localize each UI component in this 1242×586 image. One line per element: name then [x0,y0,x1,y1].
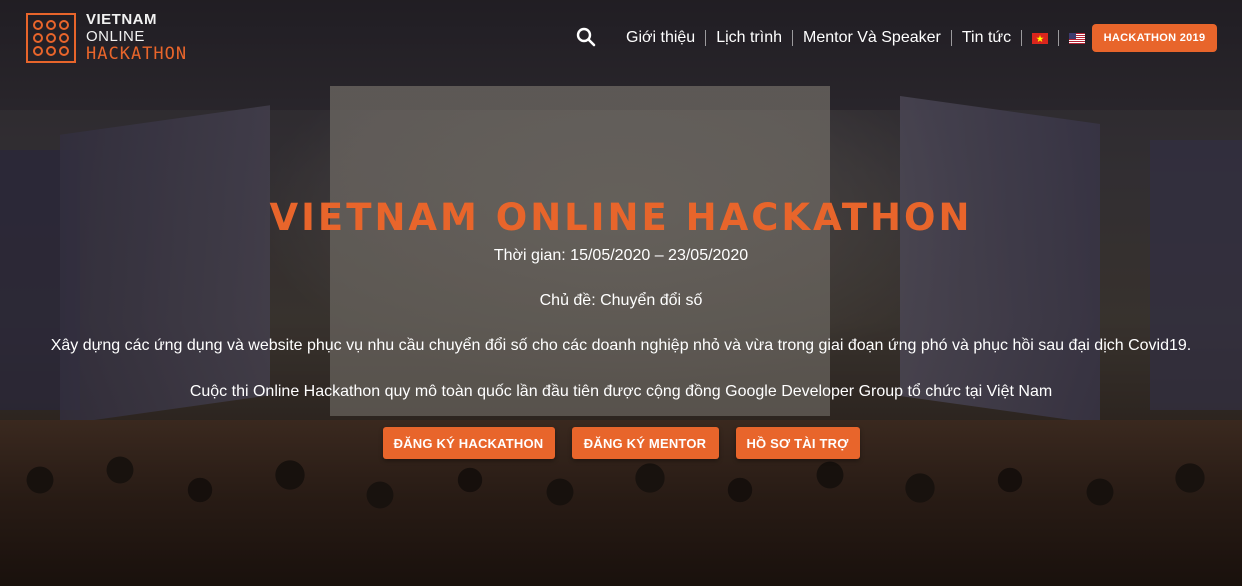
page: VIETNAM ONLINE HACKATHON Giới thiệu Lịch… [0,0,1242,586]
nav-item-tin-tuc[interactable]: Tin tức [952,30,1023,46]
hero-buttons: ĐĂNG KÝ HACKATHON ĐĂNG KÝ MENTOR HỒ SƠ T… [0,427,1242,459]
sponsor-profile-button[interactable]: HỒ SƠ TÀI TRỢ [735,427,860,459]
flag-vietnam-icon[interactable] [1032,32,1049,44]
logo-line-3: HACKATHON [86,44,188,64]
event-topic: Chủ đề: Chuyển đổi số [539,292,703,309]
register-mentor-button[interactable]: ĐĂNG KÝ MENTOR [571,427,719,459]
nav-item-lich-trinh[interactable]: Lịch trình [706,30,793,46]
hero-title: VIETNAM ONLINE HACKATHON [269,196,973,239]
site-header: VIETNAM ONLINE HACKATHON Giới thiệu Lịch… [0,0,1242,76]
nav-item-mentor-speaker[interactable]: Mentor Và Speaker [793,30,952,46]
search-icon[interactable] [576,27,598,49]
nav-item-gioi-thieu[interactable]: Giới thiệu [616,30,707,46]
logo-text: VIETNAM ONLINE HACKATHON [86,12,187,63]
main-nav: Giới thiệu Lịch trình Mentor Và Speaker … [576,24,1095,52]
event-description: Xây dựng các ứng dụng và website phục vụ… [50,337,1192,354]
logo-mark-icon [26,12,76,63]
event-description-2: Cuộc thi Online Hackathon quy mô toàn qu… [189,383,1053,400]
register-hackathon-button[interactable]: ĐĂNG KÝ HACKATHON [382,427,555,459]
event-time: Thời gian: 15/05/2020 – 23/05/2020 [493,247,749,264]
logo-line-2: ONLINE [86,28,145,45]
hero-section: VIETNAM ONLINE HACKATHON Thời gian: 15/0… [0,190,1242,459]
hackathon-2019-button[interactable]: HACKATHON 2019 [1092,24,1217,52]
nav-divider [1058,30,1060,46]
flag-usa-icon[interactable] [1069,32,1086,44]
logo-line-1: VIETNAM [86,11,157,28]
site-logo[interactable]: VIETNAM ONLINE HACKATHON [26,12,187,63]
